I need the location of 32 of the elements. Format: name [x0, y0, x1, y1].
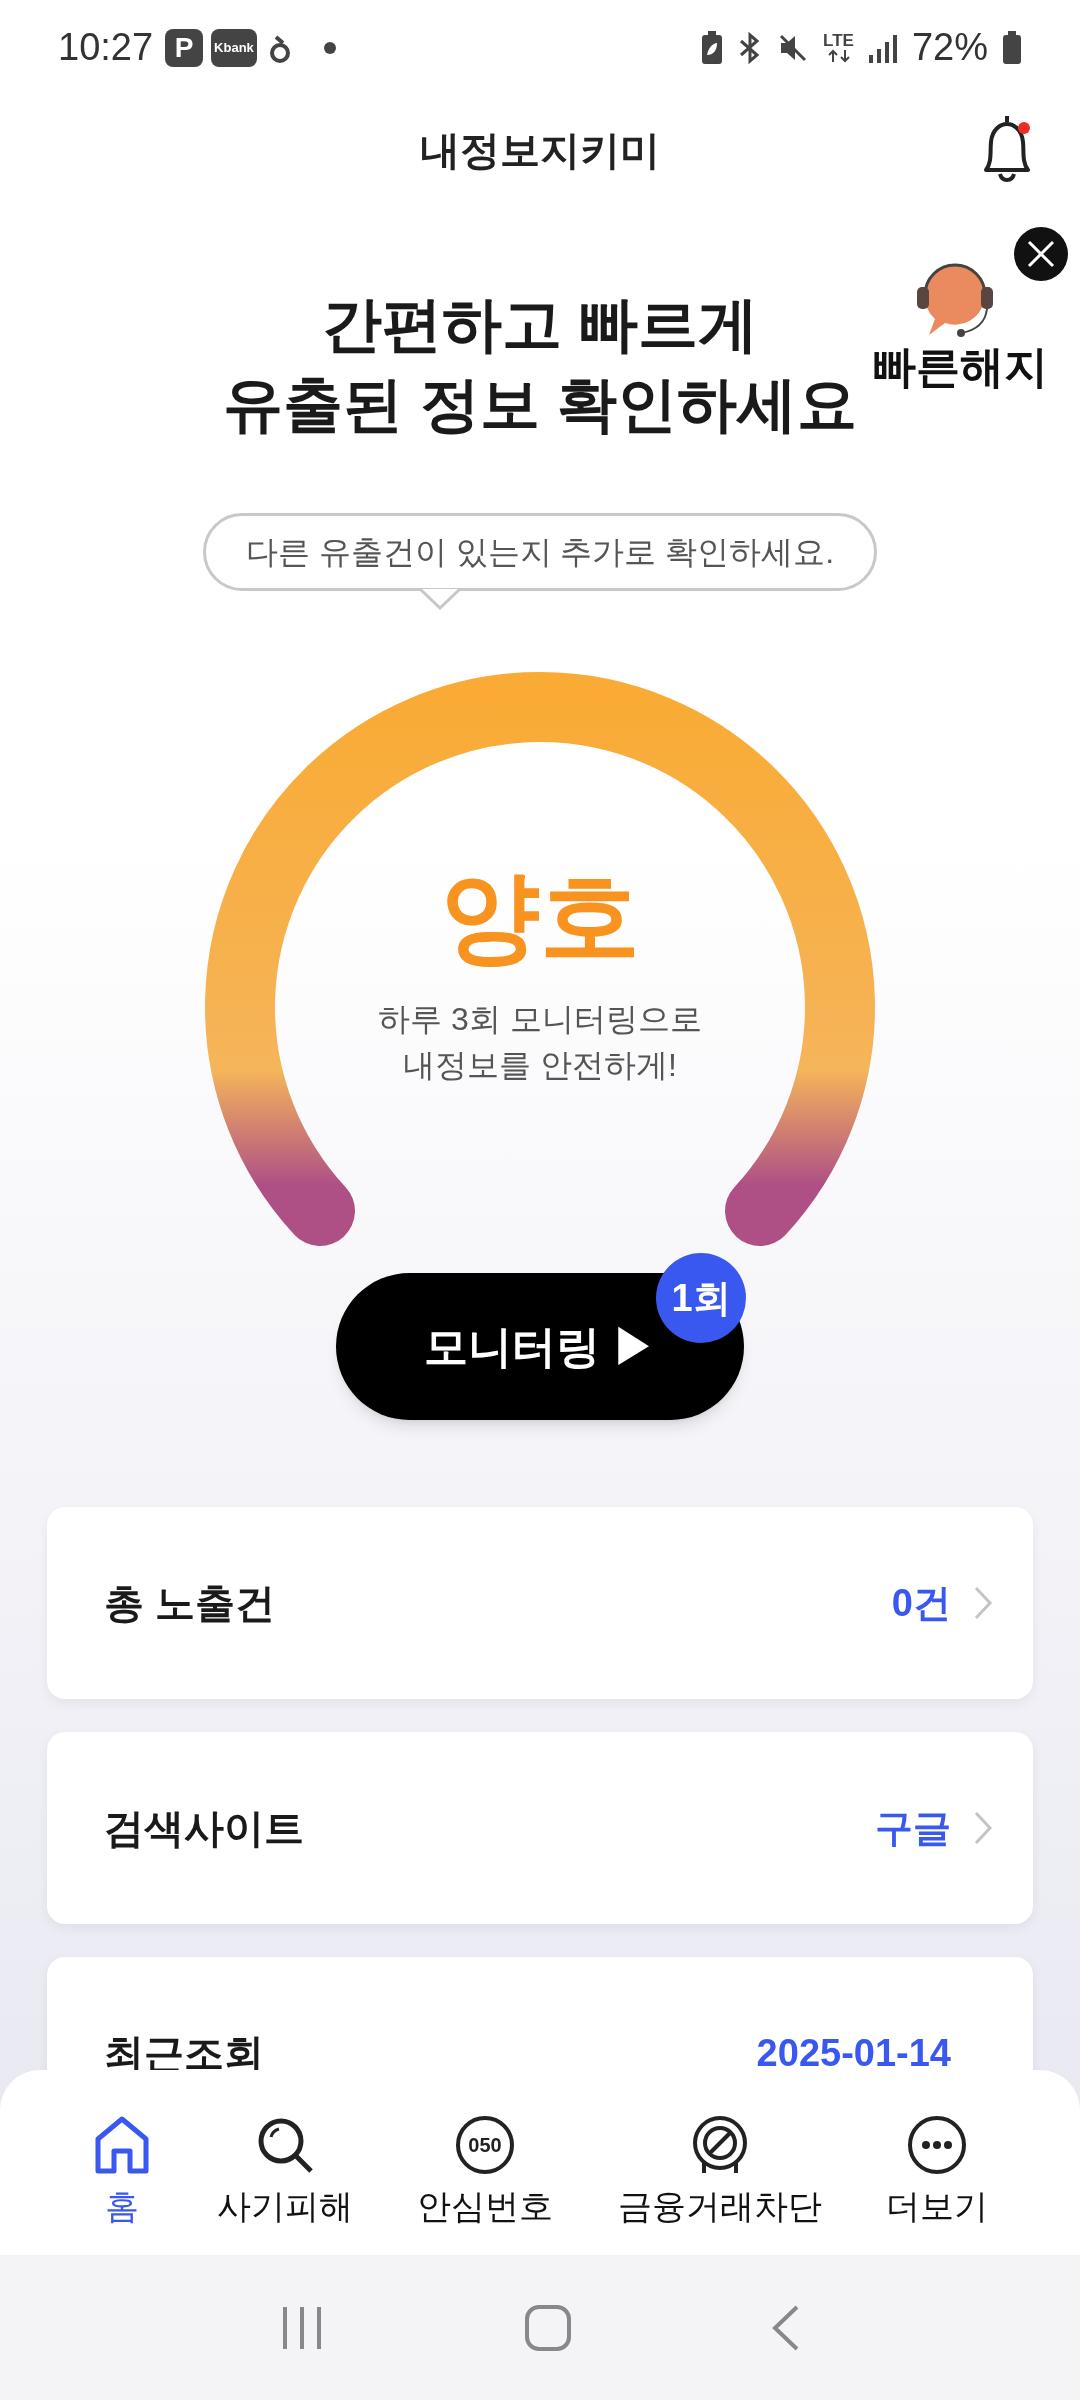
app-title: 내정보지키미	[420, 127, 660, 174]
card-label: 검색사이트	[104, 1805, 304, 1852]
caption-text: 내정보를 안전하게!	[403, 1046, 677, 1085]
signal-icon	[867, 32, 898, 63]
quick-cancel-link[interactable]: 빠른해지	[872, 345, 1048, 389]
status-label: 양호	[440, 866, 640, 966]
card-value: 0건	[891, 1580, 951, 1626]
close-button[interactable]	[1014, 227, 1068, 281]
info-card[interactable]: 검색사이트 구글	[47, 1732, 1033, 1924]
count-badge: 1회	[656, 1253, 746, 1343]
card-label: 최근조회	[104, 2030, 264, 2077]
dot-icon	[322, 40, 337, 55]
card-label: 총 노출건	[104, 1580, 276, 1627]
headline-text: 유출된 정보 확인하세요	[223, 370, 857, 440]
status-time: 10:27	[58, 25, 154, 70]
number-circle-icon: 050	[455, 2115, 515, 2175]
info-card[interactable]: 총 노출건 0건	[47, 1507, 1033, 1699]
back-icon[interactable]	[770, 2303, 801, 2352]
card-value: 구글	[875, 1805, 951, 1851]
home-button-icon[interactable]	[524, 2303, 572, 2352]
battery-icon	[1002, 30, 1022, 65]
app-notification-icon: P	[165, 28, 204, 67]
headline-text: 간편하고 빠르게	[321, 290, 759, 360]
battery-percent: 72%	[911, 25, 988, 70]
app-notification-icon: Kbank	[211, 28, 257, 67]
tooltip-pointer-icon	[419, 588, 460, 610]
battery-saver-icon	[701, 30, 724, 65]
card-value: 2025-01-14	[756, 2030, 951, 2076]
more-icon	[907, 2115, 967, 2175]
caption-text: 하루 3회 모니터링으로	[378, 1000, 702, 1039]
network-type: LTE	[823, 32, 854, 49]
close-icon	[1027, 240, 1055, 268]
